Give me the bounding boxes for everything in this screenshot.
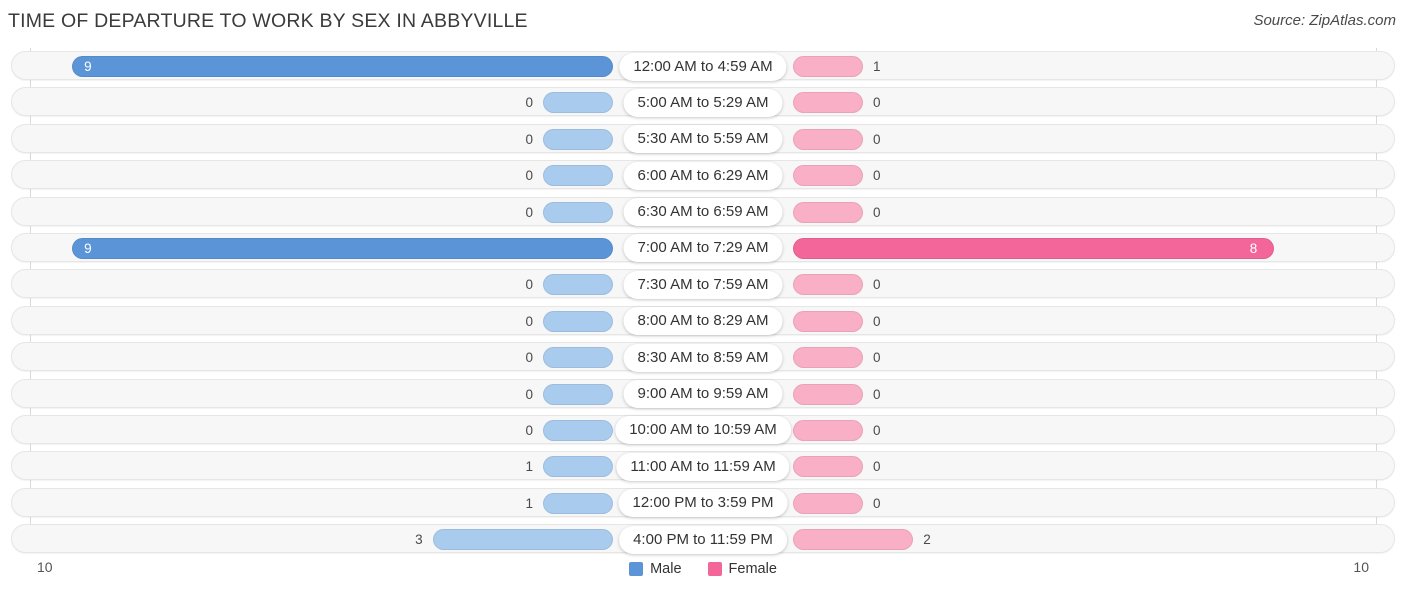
bar-row[interactable]: 9 8 7:00 AM to 7:29 AM	[0, 230, 1406, 266]
male-bar[interactable]	[543, 274, 613, 296]
male-value-label: 3	[415, 532, 423, 548]
chart-footer: 10 10 Male Female	[0, 553, 1406, 595]
female-value-label: 2	[923, 532, 931, 548]
male-value-label: 0	[525, 168, 533, 184]
female-value-label: 0	[873, 168, 881, 184]
category-label: 11:00 AM to 11:59 AM	[616, 452, 790, 481]
category-label: 10:00 AM to 10:59 AM	[615, 416, 791, 445]
male-bar[interactable]	[543, 456, 613, 478]
bar-row[interactable]: 0 0 5:30 AM to 5:59 AM	[0, 121, 1406, 157]
male-value-label: 0	[525, 277, 533, 293]
female-bar[interactable]	[793, 201, 863, 223]
category-label: 6:30 AM to 6:59 AM	[623, 198, 783, 227]
male-value-label: 0	[525, 204, 533, 220]
female-value-label: 0	[873, 422, 881, 438]
plot-area: 9 1 12:00 AM to 4:59 AM 0 0 5:00 AM to 5:29 A…	[0, 48, 1406, 554]
female-bar[interactable]	[793, 529, 914, 551]
female-bar[interactable]	[793, 128, 863, 150]
bar-row[interactable]: 0 0 6:30 AM to 6:59 AM	[0, 194, 1406, 230]
male-bar[interactable]	[432, 529, 613, 551]
female-value-label: 0	[873, 204, 881, 220]
female-value-label: 1	[873, 59, 881, 74]
male-bar[interactable]	[72, 56, 613, 77]
bar-row[interactable]: 0 0 7:30 AM to 7:59 AM	[0, 266, 1406, 302]
bar-row[interactable]: 0 0 8:00 AM to 8:29 AM	[0, 303, 1406, 339]
bar-row[interactable]: 0 0 6:00 AM to 6:29 AM	[0, 157, 1406, 193]
female-value-label: 0	[873, 131, 881, 147]
bar-row[interactable]: 9 1 12:00 AM to 4:59 AM	[0, 48, 1406, 84]
category-label: 7:00 AM to 7:29 AM	[623, 234, 783, 263]
category-label: 7:30 AM to 7:59 AM	[623, 270, 783, 299]
male-bar[interactable]	[543, 347, 613, 369]
male-value-label: 9	[84, 240, 92, 256]
legend-swatch-male-icon	[629, 562, 644, 576]
female-value-label: 8	[1249, 240, 1258, 256]
male-value-label: 0	[525, 313, 533, 329]
male-bar[interactable]	[543, 310, 613, 332]
legend: Male Female	[0, 561, 1406, 577]
legend-swatch-female-icon	[707, 562, 722, 576]
bar-row[interactable]: 3 2 4:00 PM to 11:59 PM	[0, 521, 1406, 557]
female-value-label: 0	[873, 313, 881, 329]
female-bar[interactable]	[793, 92, 863, 114]
female-bar[interactable]	[793, 56, 863, 77]
female-bar[interactable]	[793, 347, 863, 369]
male-bar[interactable]	[543, 492, 613, 514]
legend-item-female[interactable]: Female	[707, 561, 777, 577]
female-bar[interactable]	[793, 237, 1274, 259]
category-label: 6:00 AM to 6:29 AM	[623, 161, 783, 190]
female-value-label: 0	[873, 386, 881, 402]
bar-row[interactable]: 0 0 10:00 AM to 10:59 AM	[0, 412, 1406, 448]
female-value-label: 0	[873, 95, 881, 111]
male-value-label: 1	[525, 495, 533, 511]
chart-page: TIME OF DEPARTURE TO WORK BY SEX IN ABBY…	[0, 0, 1406, 595]
legend-item-male[interactable]: Male	[629, 561, 682, 577]
category-label: 12:00 PM to 3:59 PM	[618, 489, 788, 518]
female-bar[interactable]	[793, 165, 863, 187]
male-value-label: 0	[525, 386, 533, 402]
bar-row[interactable]: 0 0 8:30 AM to 8:59 AM	[0, 339, 1406, 375]
female-bar[interactable]	[793, 383, 863, 405]
male-value-label: 1	[525, 459, 533, 475]
category-label: 8:30 AM to 8:59 AM	[623, 343, 783, 372]
female-bar[interactable]	[793, 310, 863, 332]
bar-row[interactable]: 0 0 5:00 AM to 5:29 AM	[0, 84, 1406, 120]
male-value-label: 0	[525, 350, 533, 366]
female-value-label: 0	[873, 495, 881, 511]
male-bar[interactable]	[543, 383, 613, 405]
category-label: 5:30 AM to 5:59 AM	[623, 125, 783, 154]
category-label: 9:00 AM to 9:59 AM	[623, 380, 783, 409]
male-value-label: 0	[525, 422, 533, 438]
female-bar[interactable]	[793, 456, 863, 478]
male-bar[interactable]	[543, 92, 613, 114]
page-title: TIME OF DEPARTURE TO WORK BY SEX IN ABBY…	[8, 10, 528, 32]
male-bar[interactable]	[543, 128, 613, 150]
male-value-label: 0	[525, 131, 533, 147]
female-bar[interactable]	[793, 419, 863, 441]
female-bar[interactable]	[793, 274, 863, 296]
bar-row[interactable]: 1 0 12:00 PM to 3:59 PM	[0, 485, 1406, 521]
male-value-label: 0	[525, 95, 533, 111]
bar-row[interactable]: 0 0 9:00 AM to 9:59 AM	[0, 376, 1406, 412]
bar-row[interactable]: 1 0 11:00 AM to 11:59 AM	[0, 448, 1406, 484]
chart-header: TIME OF DEPARTURE TO WORK BY SEX IN ABBY…	[0, 0, 1406, 44]
female-value-label: 0	[873, 350, 881, 366]
category-label: 5:00 AM to 5:29 AM	[623, 88, 783, 117]
category-label: 8:00 AM to 8:29 AM	[623, 307, 783, 336]
male-bar[interactable]	[72, 237, 613, 259]
male-bar[interactable]	[543, 165, 613, 187]
male-bar[interactable]	[543, 419, 613, 441]
male-value-label: 9	[84, 59, 92, 74]
bar-rows-container: 9 1 12:00 AM to 4:59 AM 0 0 5:00 AM to 5:29 A…	[0, 48, 1406, 557]
category-label: 4:00 PM to 11:59 PM	[619, 525, 787, 554]
source-attribution: Source: ZipAtlas.com	[1253, 12, 1396, 29]
legend-label-male: Male	[650, 561, 682, 577]
female-value-label: 0	[873, 459, 881, 475]
male-bar[interactable]	[543, 201, 613, 223]
female-value-label: 0	[873, 277, 881, 293]
female-bar[interactable]	[793, 492, 863, 514]
category-label: 12:00 AM to 4:59 AM	[619, 52, 787, 81]
legend-label-female: Female	[728, 561, 777, 577]
